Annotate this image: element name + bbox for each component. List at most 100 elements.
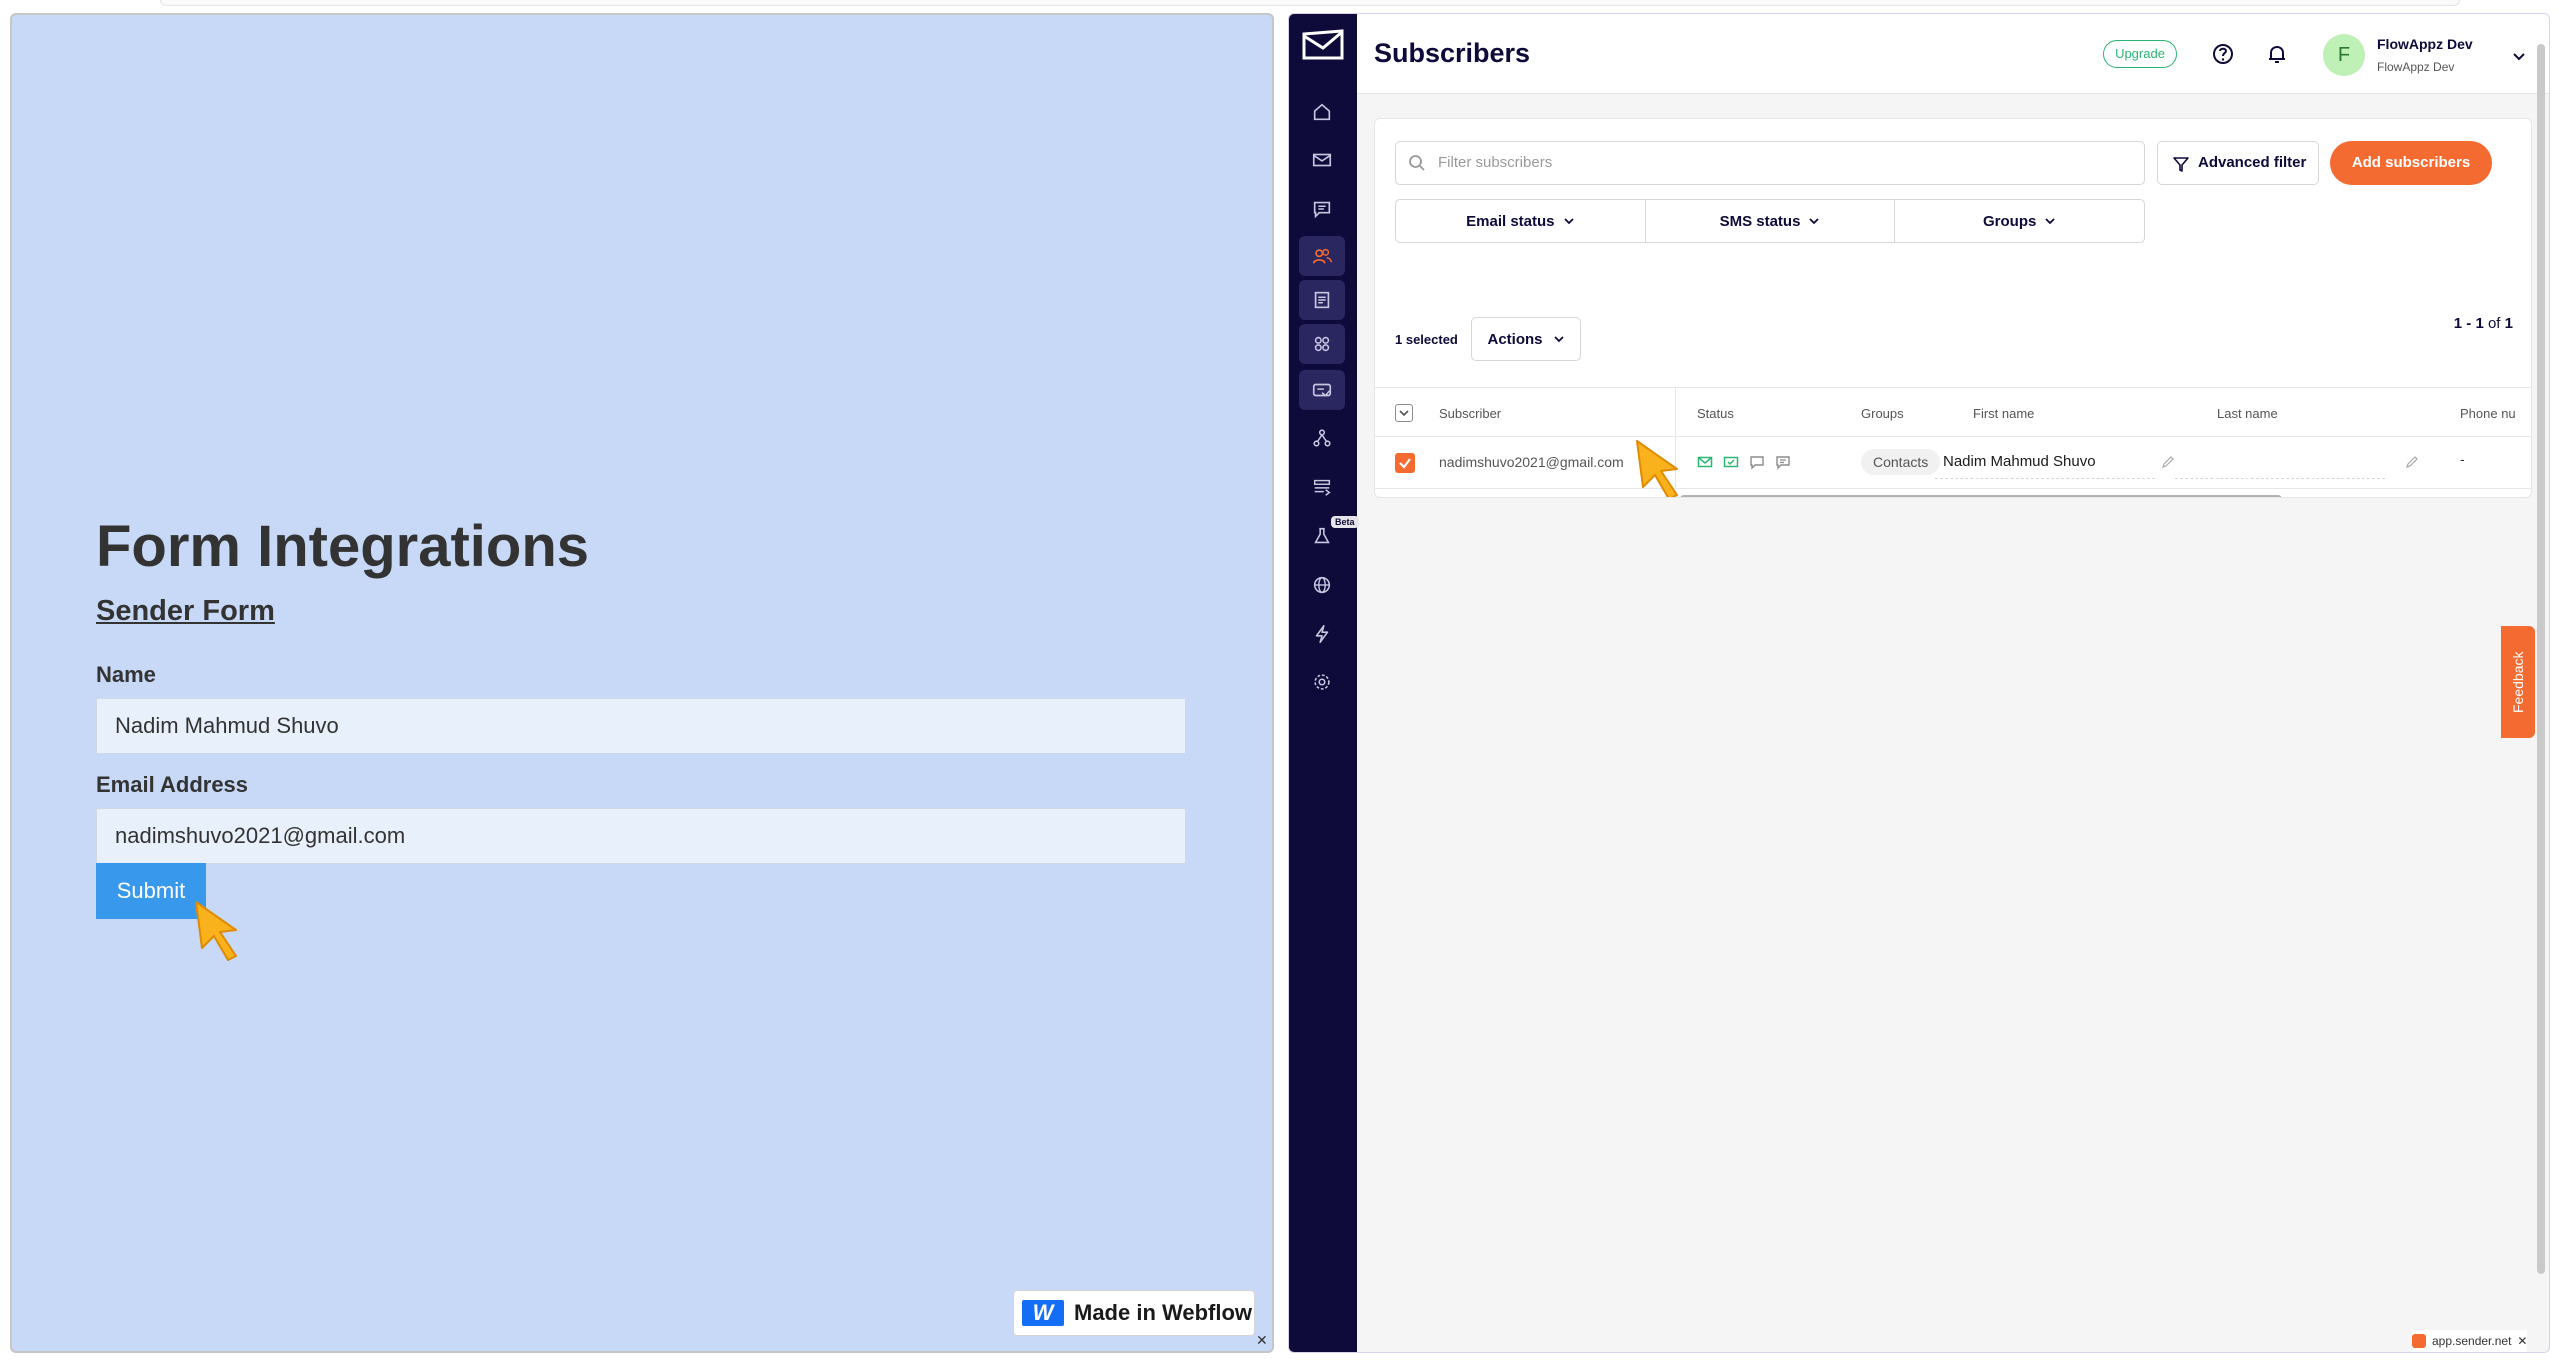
col-first-name[interactable]: First name [1973, 406, 2034, 421]
sidebar-item-templates[interactable] [1299, 324, 1345, 364]
sidebar-item-automation[interactable] [1299, 418, 1345, 458]
chevron-down-icon [1399, 410, 1409, 417]
table-row[interactable]: nadimshuvo2021@gmail.com Contacts Nadim … [1375, 437, 2531, 489]
name-field[interactable]: Nadim Mahmud Shuvo [96, 698, 1186, 754]
domain-hint[interactable]: app.sender.net ✕ [2412, 1330, 2528, 1352]
badge-text: Made in Webflow [1074, 1300, 1253, 1325]
top-bar: Subscribers Upgrade F FlowAppz Dev FlowA… [1357, 14, 2549, 94]
webflow-logo-icon: W [1022, 1300, 1064, 1326]
advanced-filter-button[interactable]: Advanced filter [2157, 141, 2319, 185]
groups-dropdown[interactable]: Groups [1895, 200, 2144, 242]
feedback-tab[interactable]: Feedback [2501, 626, 2535, 738]
users-icon [1312, 248, 1332, 264]
sidebar-item-transactional[interactable] [1299, 467, 1345, 507]
sidebar-item-subscribers[interactable] [1299, 236, 1345, 276]
page-title: Subscribers [1374, 38, 1531, 68]
name-label: Name [96, 662, 156, 687]
actions-label: Actions [1487, 330, 1543, 348]
avatar[interactable]: F [2323, 34, 2365, 76]
dropdown-label: Email status [1466, 212, 1555, 230]
edit-icon[interactable] [2405, 455, 2419, 469]
form-subtitle: Sender Form [96, 595, 275, 627]
table-header: Subscriber Status Groups First name Last… [1375, 387, 2531, 488]
chevron-down-icon [1553, 336, 1564, 343]
select-all-checkbox[interactable] [1395, 404, 1413, 422]
mail-status-icon [1697, 456, 1713, 468]
actions-dropdown[interactable]: Actions [1471, 317, 1581, 361]
close-icon[interactable]: ✕ [2517, 1334, 2527, 1348]
browser-top-strip [160, 0, 2460, 6]
sidebar-item-lab[interactable]: Beta [1299, 516, 1359, 556]
add-subscribers-button[interactable]: Add subscribers [2330, 141, 2492, 185]
first-name-field[interactable]: Nadim Mahmud Shuvo [1935, 447, 2155, 479]
popup-icon [1312, 383, 1332, 397]
subscriber-email[interactable]: nadimshuvo2021@gmail.com [1439, 454, 1624, 470]
group-pill: Contacts [1861, 449, 1941, 475]
horizontal-scrollbar[interactable] [1680, 495, 2282, 497]
col-subscriber[interactable]: Subscriber [1439, 406, 1501, 421]
beta-badge: Beta [1331, 516, 1359, 528]
made-in-webflow-badge[interactable]: W Made in Webflow [1013, 1290, 1255, 1336]
filter-dropdown-group: Email status SMS status Groups [1395, 199, 2145, 243]
mail-check-icon [1723, 456, 1739, 468]
col-groups[interactable]: Groups [1861, 406, 1904, 421]
sidebar-item-integrations[interactable] [1299, 614, 1345, 654]
account-name[interactable]: FlowAppz Dev [2377, 36, 2473, 52]
vertical-scrollbar[interactable] [2537, 44, 2545, 1274]
col-status[interactable]: Status [1697, 406, 1734, 421]
sms-list-icon [1776, 456, 1790, 470]
chat-icon [1313, 201, 1331, 219]
workflow-icon [1313, 429, 1331, 447]
col-phone[interactable]: Phone nu [2460, 406, 2516, 421]
sidebar-item-settings[interactable] [1299, 662, 1345, 702]
home-icon [1313, 103, 1331, 121]
sidebar-item-campaigns[interactable] [1299, 140, 1345, 180]
pagination-info: 1 - 1 of 1 [2454, 315, 2513, 332]
dropdown-label: SMS status [1719, 212, 1801, 230]
sender-app: Beta Subscribers Upgrade F FlowAppz Dev … [1288, 13, 2550, 1353]
account-subtitle: FlowAppz Dev [2377, 60, 2455, 74]
email-field[interactable]: nadimshuvo2021@gmail.com [96, 808, 1186, 864]
search-icon [1409, 155, 1425, 171]
sidebar-item-popups[interactable] [1299, 370, 1345, 410]
form-icon [1314, 291, 1330, 309]
upgrade-button[interactable]: Upgrade [2103, 40, 2177, 68]
col-last-name[interactable]: Last name [2217, 406, 2278, 421]
sms-status-icon [1750, 456, 1764, 470]
search-input[interactable]: Filter subscribers [1395, 141, 2145, 185]
subscribers-card: Filter subscribers Advanced filter Add s… [1374, 118, 2532, 498]
cursor-pointer-icon [1636, 440, 1678, 497]
sidebar-item-domains[interactable] [1299, 565, 1345, 605]
gear-icon [1314, 674, 1330, 690]
filter-icon [2173, 157, 2189, 172]
sidebar-item-forms[interactable] [1299, 280, 1345, 320]
help-icon[interactable] [2209, 40, 2237, 68]
check-icon [1399, 458, 1411, 469]
close-icon[interactable]: ✕ [1256, 1332, 1268, 1349]
email-label: Email Address [96, 772, 249, 797]
edit-icon[interactable] [2161, 455, 2175, 469]
webflow-form-page: Form Integrations Sender Form Name Nadim… [10, 13, 1274, 1353]
flask-icon [1314, 527, 1330, 544]
bell-icon[interactable] [2263, 40, 2291, 68]
chevron-down-icon[interactable] [2511, 48, 2527, 64]
selected-count: 1 selected [1395, 332, 1458, 347]
chevron-down-icon [1563, 218, 1574, 225]
last-name-field[interactable] [2175, 447, 2385, 479]
sidebar-item-home[interactable] [1299, 92, 1345, 132]
sidebar-item-sms[interactable] [1299, 189, 1345, 229]
lightning-icon [1315, 624, 1329, 644]
chevron-down-icon [2045, 218, 2055, 225]
sidebar-nav: Beta [1289, 14, 1359, 1352]
submit-button[interactable]: Submit [96, 863, 206, 919]
sender-logo-icon[interactable] [1301, 28, 1345, 62]
email-status-dropdown[interactable]: Email status [1396, 200, 1646, 242]
sms-status-dropdown[interactable]: SMS status [1646, 200, 1896, 242]
row-checkbox[interactable] [1395, 453, 1415, 473]
page-title: Form Integrations [96, 514, 590, 579]
chevron-down-icon [1809, 218, 1820, 225]
grid-icon [1314, 336, 1330, 352]
list-send-icon [1313, 479, 1331, 496]
phone-value: - [2460, 451, 2465, 467]
mail-icon [1312, 153, 1332, 167]
